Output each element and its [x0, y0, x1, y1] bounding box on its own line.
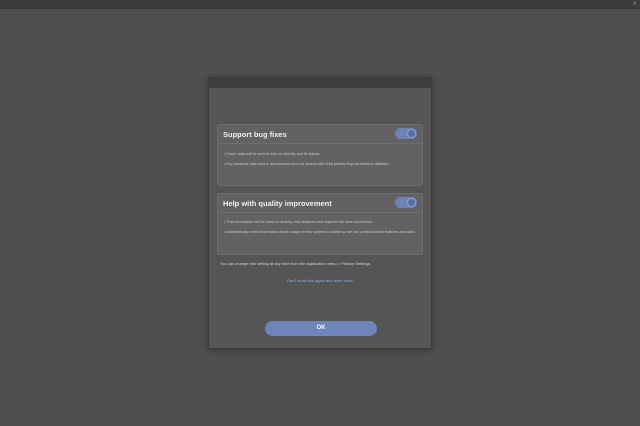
toggle-knob: [407, 198, 416, 207]
card-bullet: • This information will be used to devel…: [224, 220, 373, 224]
card-divider: [218, 143, 422, 144]
quality-improvement-card: Help with quality improvement • This inf…: [217, 193, 423, 255]
card-bullet: • Crash data will be sent to help us ide…: [224, 152, 321, 156]
card-bullet: • Automatically send information about u…: [224, 230, 416, 234]
toggle-knob: [407, 129, 416, 138]
card-title: Support bug fixes: [223, 130, 287, 139]
card-bullet: • Any personal data sent is anonymized a…: [224, 162, 390, 166]
settings-note: You can change this setting at any time …: [220, 261, 371, 266]
close-icon[interactable]: ×: [632, 0, 637, 9]
app-top-bar: ×: [0, 0, 640, 9]
quality-improvement-toggle[interactable]: [395, 197, 417, 208]
ok-button[interactable]: OK: [265, 321, 377, 336]
support-bug-fixes-toggle[interactable]: [395, 128, 417, 139]
support-bug-fixes-card: Support bug fixes • Crash data will be s…: [217, 124, 423, 186]
privacy-dialog: Support bug fixes • Crash data will be s…: [208, 77, 432, 349]
card-divider: [218, 212, 422, 213]
card-title: Help with quality improvement: [223, 199, 332, 208]
learn-more-link[interactable]: Don't show this again and learn more: [209, 278, 431, 283]
dialog-title-bar: [209, 78, 431, 88]
